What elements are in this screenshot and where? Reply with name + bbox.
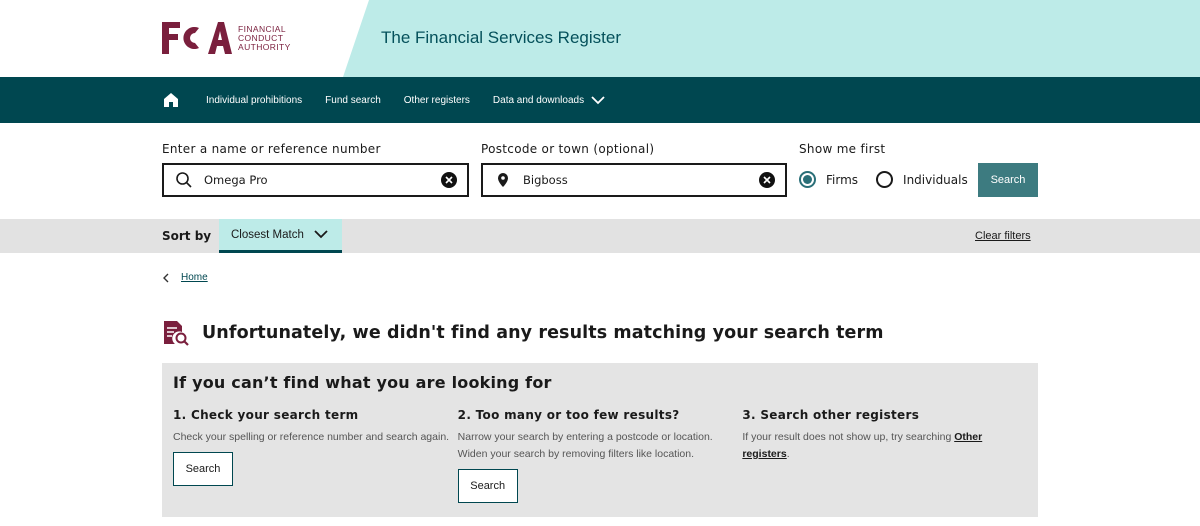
location-pin-icon bbox=[483, 172, 523, 188]
help-column: 1. Check your search term Check your spe… bbox=[173, 408, 458, 503]
help-column-heading: 1. Check your search term bbox=[173, 408, 359, 422]
radio-individuals[interactable] bbox=[876, 171, 894, 188]
help-columns: 1. Check your search term Check your spe… bbox=[173, 408, 1027, 503]
fca-logo-mark bbox=[162, 20, 232, 56]
help-column-heading: 3. Search other registers bbox=[742, 408, 920, 422]
breadcrumb: Home bbox=[162, 272, 208, 283]
clear-name-icon[interactable] bbox=[441, 172, 457, 188]
show-me-first-label: Show me first bbox=[799, 142, 886, 156]
radio-individuals-label[interactable]: Individuals bbox=[903, 173, 968, 187]
logo-line: AUTHORITY bbox=[238, 41, 291, 52]
location-input[interactable] bbox=[523, 173, 759, 187]
main-nav: Individual prohibitions Fund search Othe… bbox=[0, 77, 1200, 123]
name-field-label: Enter a name or reference number bbox=[162, 142, 381, 156]
chevron-down-icon bbox=[314, 230, 328, 239]
search-button[interactable]: Search bbox=[978, 163, 1038, 197]
help-text-prefix: If your result does not show up, try sea… bbox=[742, 431, 955, 443]
location-field-label: Postcode or town (optional) bbox=[481, 142, 655, 156]
sort-by-label: Sort by bbox=[162, 229, 212, 243]
sort-select[interactable]: Closest Match bbox=[219, 219, 342, 253]
help-column-text: Narrow your search by entering a postcod… bbox=[457, 431, 713, 460]
nav-item-fund-search[interactable]: Fund search bbox=[325, 95, 381, 106]
site-header: FINANCIAL CONDUCT AUTHORITY The Financia… bbox=[0, 0, 1200, 77]
sort-select-value: Closest Match bbox=[231, 228, 304, 241]
document-search-icon bbox=[164, 321, 189, 346]
radio-firms[interactable] bbox=[799, 171, 816, 188]
help-column-heading: 2. Too many or too few results? bbox=[457, 408, 680, 422]
sort-bar: Sort by Closest Match Clear filters bbox=[0, 219, 1200, 253]
clear-filters-link[interactable]: Clear filters bbox=[975, 230, 1031, 242]
radio-firms-label[interactable]: Firms bbox=[826, 173, 858, 187]
help-column-text: If your result does not show up, try sea… bbox=[742, 429, 1027, 463]
no-results-heading: Unfortunately, we didn't find any result… bbox=[162, 320, 884, 346]
show-first-radio-group: Firms Individuals bbox=[799, 171, 986, 188]
chevron-left-icon bbox=[163, 273, 169, 282]
register-title: The Financial Services Register bbox=[381, 28, 621, 47]
breadcrumb-home-link[interactable]: Home bbox=[181, 272, 208, 283]
help-title: If you can’t find what you are looking f… bbox=[173, 373, 552, 392]
nav-item-other-registers[interactable]: Other registers bbox=[404, 95, 470, 106]
help-search-button-2[interactable]: Search bbox=[457, 469, 518, 503]
nav-item-data-and-downloads[interactable]: Data and downloads bbox=[493, 95, 605, 106]
search-form: Enter a name or reference number Postcod… bbox=[0, 123, 1200, 219]
nav-item-individual-prohibitions[interactable]: Individual prohibitions bbox=[206, 95, 302, 106]
no-results-message: Unfortunately, we didn't find any result… bbox=[202, 323, 884, 343]
name-field[interactable] bbox=[162, 163, 469, 197]
fca-logo[interactable]: FINANCIAL CONDUCT AUTHORITY bbox=[162, 20, 291, 56]
help-column-text: Check your spelling or reference number … bbox=[173, 431, 450, 443]
search-icon bbox=[164, 171, 204, 189]
nav-item-label: Data and downloads bbox=[492, 94, 585, 106]
help-panel: If you can’t find what you are looking f… bbox=[162, 363, 1038, 517]
location-field[interactable] bbox=[481, 163, 787, 197]
help-text-suffix: . bbox=[786, 448, 790, 460]
fca-letters-icon bbox=[162, 22, 232, 54]
help-search-button-1[interactable]: Search bbox=[173, 452, 233, 486]
home-icon[interactable] bbox=[162, 91, 180, 109]
name-search-input[interactable] bbox=[204, 173, 441, 187]
chevron-down-icon bbox=[591, 95, 605, 104]
help-column: 2. Too many or too few results? Narrow y… bbox=[457, 408, 743, 503]
clear-location-icon[interactable] bbox=[759, 172, 775, 188]
fca-logo-text: FINANCIAL CONDUCT AUTHORITY bbox=[238, 24, 291, 52]
help-column: 3. Search other registers If your result… bbox=[742, 408, 1027, 503]
